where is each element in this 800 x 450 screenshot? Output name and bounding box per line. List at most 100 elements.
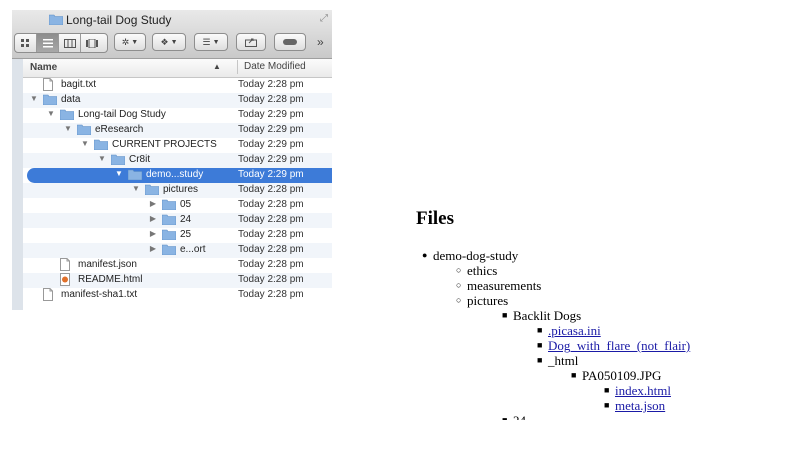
- date-modified: Today 2:29 pm: [238, 169, 304, 180]
- file-link[interactable]: Dog_with_flare_(not_flair): [548, 338, 690, 353]
- column-view-button[interactable]: [59, 34, 81, 52]
- date-modified: Today 2:28 pm: [238, 94, 304, 105]
- chevron-down-icon: ▼: [131, 38, 139, 46]
- icon-view-icon: [21, 38, 29, 47]
- disclosure-open-icon[interactable]: ▼: [131, 184, 141, 193]
- file-tree-item: ■ Backlit Dogs: [502, 308, 582, 323]
- file-list-row[interactable]: ▼ CURRENT PROJECTS Today 2:29 pm: [23, 138, 332, 153]
- file-name: Cr8it: [129, 154, 151, 165]
- dropbox-icon: ❖: [160, 36, 169, 47]
- document-icon: [60, 258, 70, 271]
- tags-button[interactable]: [274, 33, 306, 51]
- file-tree-item[interactable]: ■ .picasa.ini: [537, 323, 601, 338]
- folder-icon: [77, 124, 91, 135]
- disclosure-open-icon[interactable]: ▼: [46, 109, 56, 118]
- bullet-icon: ■: [502, 310, 508, 320]
- file-name: 05: [180, 199, 192, 210]
- disclosure-open-icon[interactable]: ▼: [80, 139, 90, 148]
- finder-window: Long-tail Dog Study ⤢ ✲ ▼ ❖ ▼ ☰ ▼ » Name…: [12, 10, 332, 310]
- window-title: Long-tail Dog Study: [66, 13, 172, 27]
- folder-icon: [60, 109, 74, 120]
- action-menu-button[interactable]: ✲ ▼: [114, 33, 146, 51]
- file-tree-item: ■ PA050109.JPG: [571, 368, 661, 383]
- rendered-webpage: Files ● demo-dog-study ○ ethics ○ measurement…: [400, 200, 800, 420]
- bullet-icon: ○: [456, 295, 462, 305]
- file-name: README.html: [78, 274, 143, 285]
- file-list-row[interactable]: README.html Today 2:28 pm: [23, 273, 332, 288]
- html-file-icon: [60, 273, 70, 286]
- date-modified-column-header[interactable]: Date Modified: [237, 60, 306, 74]
- fullscreen-icon[interactable]: ⤢: [320, 13, 328, 24]
- date-modified: Today 2:29 pm: [238, 139, 304, 150]
- date-modified: Today 2:28 pm: [238, 244, 304, 255]
- disclosure-closed-icon[interactable]: ▶: [148, 244, 158, 253]
- file-tree-item: ● demo-dog-study: [422, 248, 519, 263]
- name-column-header[interactable]: Name: [30, 62, 57, 73]
- file-tree-item: ○ ethics: [456, 263, 497, 278]
- arrange-icon: ☰: [202, 36, 211, 47]
- folder-icon: [162, 229, 176, 240]
- disclosure-closed-icon[interactable]: ▶: [148, 229, 158, 238]
- file-name: Long-tail Dog Study: [78, 109, 166, 120]
- icon-view-button[interactable]: [15, 34, 37, 52]
- file-list-row[interactable]: manifest.json Today 2:28 pm: [23, 258, 332, 273]
- file-link[interactable]: index.html: [615, 383, 671, 398]
- file-tree-label: measurements: [467, 278, 542, 293]
- list-view-button[interactable]: [37, 34, 59, 52]
- file-list-row[interactable]: ▼ data Today 2:28 pm: [23, 93, 332, 108]
- sidebar-edge: [12, 59, 23, 310]
- disclosure-open-icon[interactable]: ▼: [114, 169, 124, 178]
- disclosure-open-icon[interactable]: ▼: [63, 124, 73, 133]
- window-titlebar[interactable]: Long-tail Dog Study ⤢: [12, 10, 332, 30]
- file-tree-label: demo-dog-study: [433, 248, 519, 263]
- view-mode-segmented-control: [14, 33, 108, 53]
- date-modified: Today 2:28 pm: [238, 184, 304, 195]
- folder-icon: [162, 214, 176, 225]
- document-icon: [43, 78, 53, 91]
- bullet-icon: ■: [604, 400, 610, 410]
- file-list-row[interactable]: ▼ Long-tail Dog Study Today 2:29 pm: [23, 108, 332, 123]
- document-icon: [43, 288, 53, 301]
- disclosure-closed-icon[interactable]: ▶: [148, 214, 158, 223]
- file-link[interactable]: meta.json: [615, 398, 665, 413]
- disclosure-open-icon[interactable]: ▼: [29, 94, 39, 103]
- finder-toolbar: ✲ ▼ ❖ ▼ ☰ ▼ »: [12, 30, 332, 59]
- file-name: manifest.json: [78, 259, 137, 270]
- file-list-row[interactable]: ▶ 05 Today 2:28 pm: [23, 198, 332, 213]
- file-list-row[interactable]: ▼ eResearch Today 2:29 pm: [23, 123, 332, 138]
- file-list-row[interactable]: ▶ e...ort Today 2:28 pm: [23, 243, 332, 258]
- file-name: eResearch: [95, 124, 144, 135]
- folder-icon: [49, 14, 63, 25]
- folder-icon: [145, 184, 159, 195]
- disclosure-closed-icon[interactable]: ▶: [148, 199, 158, 208]
- file-list-row[interactable]: bagit.txt Today 2:28 pm: [23, 78, 332, 93]
- coverflow-view-button[interactable]: [81, 34, 103, 52]
- file-list-row[interactable]: manifest-sha1.txt Today 2:28 pm: [23, 288, 332, 303]
- bullet-icon: ■: [604, 385, 610, 395]
- file-list-row[interactable]: ▼ demo...study Today 2:29 pm: [27, 168, 332, 183]
- file-tree-label: Backlit Dogs: [513, 308, 582, 323]
- file-list-row[interactable]: ▼ Cr8it Today 2:29 pm: [23, 153, 332, 168]
- toolbar-overflow-icon[interactable]: »: [317, 35, 324, 49]
- coverflow-view-icon: [86, 38, 98, 48]
- bullet-icon: ○: [456, 280, 462, 290]
- bullet-icon: ■: [537, 325, 543, 335]
- arrange-menu-button[interactable]: ☰ ▼: [194, 33, 228, 51]
- folder-icon: [128, 169, 142, 180]
- file-link[interactable]: .picasa.ini: [548, 323, 601, 338]
- folder-icon: [43, 94, 57, 105]
- file-tree-item[interactable]: ■ index.html: [604, 383, 671, 398]
- file-tree-item[interactable]: ■ Dog_with_flare_(not_flair): [537, 338, 690, 353]
- file-name: 24: [180, 214, 192, 225]
- file-name: data: [61, 94, 81, 105]
- dropbox-menu-button[interactable]: ❖ ▼: [152, 33, 186, 51]
- file-list-row[interactable]: ▼ pictures Today 2:28 pm: [23, 183, 332, 198]
- files-heading: Files: [416, 208, 454, 229]
- file-list-row[interactable]: ▶ 24 Today 2:28 pm: [23, 213, 332, 228]
- file-list-row[interactable]: ▶ 25 Today 2:28 pm: [23, 228, 332, 243]
- chevron-down-icon: ▼: [212, 38, 220, 46]
- share-button[interactable]: [236, 33, 266, 51]
- file-tree-item[interactable]: ■ meta.json: [604, 398, 665, 413]
- folder-icon: [162, 199, 176, 210]
- disclosure-open-icon[interactable]: ▼: [97, 154, 107, 163]
